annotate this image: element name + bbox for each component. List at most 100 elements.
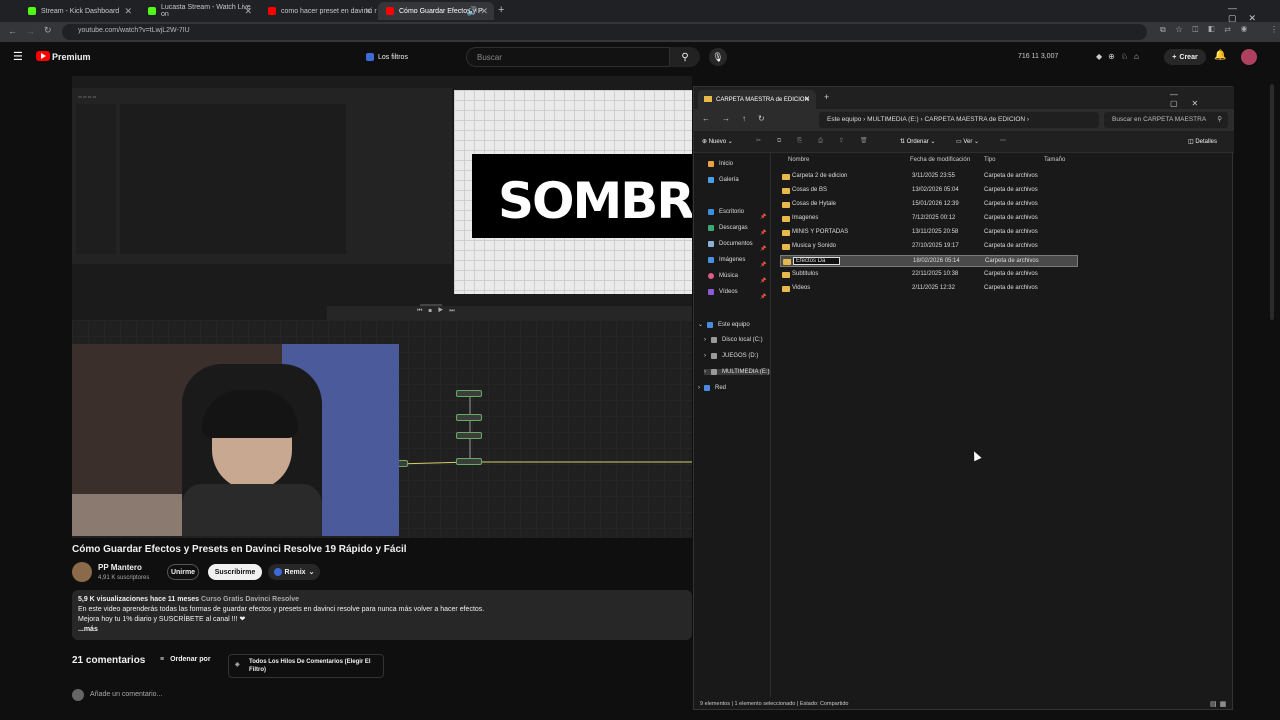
nav-item-drive-c[interactable]: › Disco local (C:) <box>704 337 763 343</box>
avatar[interactable] <box>1241 49 1257 65</box>
file-name: MINIS Y PORTADAS <box>792 229 849 235</box>
reload-icon[interactable]: ↻ <box>44 25 52 36</box>
new-tab-button[interactable]: + <box>824 92 829 102</box>
file-row[interactable]: Subtitulos 22/11/2025 10:38 Carpeta de arc… <box>780 269 1078 281</box>
extension-icons[interactable]: ⧉☆◫◧⇄◉ <box>1160 25 1257 35</box>
url-bar[interactable]: youtube.com/watch?v=tLwjL2W-7IU <box>62 24 1147 40</box>
join-button[interactable]: Unirme <box>167 564 199 580</box>
window-controls[interactable]: —▢✕ <box>1170 90 1234 108</box>
extension-icons[interactable]: ◆⊕♘⌂ <box>1096 52 1145 61</box>
file-row[interactable]: MINIS Y PORTADAS 13/11/2025 20:58 Carpeta … <box>780 227 1078 239</box>
file-row[interactable]: Imagenes 7/12/2025 00:12 Carpeta de archiv… <box>780 213 1078 225</box>
remix-button[interactable]: Remix ⌄ <box>268 564 320 580</box>
new-button[interactable]: ⊕ Nuevo ⌄ <box>702 138 733 145</box>
file-row[interactable]: Musica y Sonido 27/10/2025 19:17 Carpeta d… <box>780 241 1078 253</box>
channel-avatar[interactable] <box>72 562 92 582</box>
folder-icon <box>782 244 790 250</box>
column-name[interactable]: Nombre <box>788 157 809 163</box>
file-row[interactable]: Cosas de BS 13/02/2026 05:04 Carpeta de ar… <box>780 185 1078 197</box>
nav-item-network[interactable]: › Red <box>698 385 726 391</box>
view-button[interactable]: ▭ Ver ⌄ <box>956 138 979 145</box>
column-modified[interactable]: Fecha de modificación <box>910 157 970 163</box>
menu-icon[interactable]: ⋮ <box>1270 25 1278 34</box>
column-type[interactable]: Tipo <box>984 157 995 163</box>
close-icon[interactable]: ✕ <box>480 6 488 17</box>
breadcrumb[interactable]: Este equipo › MULTIMEDIA (E:) › CARPETA … <box>819 112 1099 128</box>
nav-arrows[interactable]: ←→↑↻ <box>702 114 777 123</box>
new-tab-button[interactable]: + <box>498 4 504 16</box>
rename-input[interactable]: Efectos Da <box>793 257 841 265</box>
file-row[interactable]: Carpeta 2 de edicion 3/11/2025 23:55 Carpe… <box>780 171 1078 183</box>
file-row[interactable]: Videos 2/11/2025 12:32 Carpeta de archivos <box>780 283 1078 295</box>
nav-item-desktop[interactable]: Escritorio <box>708 209 744 215</box>
more-icon[interactable]: ⋯ <box>1000 137 1006 144</box>
browser-tab-active[interactable]: Cómo Guardar Efectos y P 🔊 ✕ <box>378 2 494 20</box>
scrollbar[interactable] <box>1270 84 1274 320</box>
edit-icons[interactable]: ✂⧉⎘⎙⇪🗑 <box>756 137 884 145</box>
nav-item-drive-d[interactable]: › JUEGOS (D:) <box>704 353 758 359</box>
chevron-down-icon: ⌄ <box>698 322 704 328</box>
sort-by-button[interactable]: ≡ Ordenar por <box>160 656 211 663</box>
voice-search-button[interactable]: 🎙 <box>709 48 727 66</box>
chevron-right-icon: › <box>704 353 706 359</box>
speaker-icon[interactable]: 🔊 <box>467 6 478 17</box>
nav-label: JUEGOS (D:) <box>722 353 759 359</box>
drive-icon <box>711 369 717 375</box>
breadcrumb-item[interactable]: MULTIMEDIA (E:) <box>867 116 919 123</box>
preview-text: SOMBR <box>498 172 692 230</box>
close-icon[interactable]: ✕ <box>244 6 252 17</box>
column-size[interactable]: Tamaño <box>1044 157 1065 163</box>
details-button[interactable]: ◫ Detalles <box>1188 138 1217 145</box>
nav-label: Red <box>715 385 727 391</box>
search-input[interactable]: Buscar <box>466 47 670 67</box>
video-description[interactable]: 5,9 K visualizaciones hace 11 meses Curs… <box>72 590 692 640</box>
breadcrumb-item[interactable]: Este equipo <box>827 116 861 123</box>
back-icon[interactable]: ← <box>8 26 17 36</box>
subscribe-button[interactable]: Suscribirme <box>208 564 262 580</box>
kick-icon <box>28 7 36 15</box>
explorer-tab[interactable]: CARPETA MAESTRA de EDICION ✕ <box>698 90 816 109</box>
drive-icon <box>711 337 717 343</box>
filter-icon <box>366 53 374 61</box>
file-row[interactable]: Cosas de Hytale 15/01/2026 12:39 Carpeta d… <box>780 199 1078 211</box>
browser-tab[interactable]: Lucasta Stream - Watch Live on ✕ <box>140 2 258 20</box>
filters-button[interactable]: Los filtros <box>366 49 426 65</box>
nav-item-music[interactable]: Música <box>708 273 738 279</box>
show-more-link[interactable]: ...más <box>78 625 686 635</box>
nav-item-videos[interactable]: Vídeos <box>708 289 738 295</box>
tab-title: como hacer preset en davinci r <box>281 7 377 15</box>
comment-filter-dropdown[interactable]: ◈ Todos Los Hilos De Comentarios (Elegir… <box>228 654 384 678</box>
browser-tab[interactable]: como hacer preset en davinci r ✕ <box>260 2 378 20</box>
youtube-logo-icon[interactable] <box>36 51 50 61</box>
create-button[interactable]: + Crear <box>1164 49 1206 65</box>
nav-item-drive-e[interactable]: › MULTIMEDIA (E:) <box>704 369 770 375</box>
search-button[interactable]: ⚲ <box>670 47 700 67</box>
forward-icon[interactable]: → <box>26 26 35 36</box>
browser-tab[interactable]: Stream - Kick Dashboard ✕ <box>20 2 138 20</box>
close-icon[interactable]: ✕ <box>124 6 132 17</box>
add-comment-input[interactable]: Añade un comentario... <box>90 691 162 698</box>
close-icon[interactable]: ✕ <box>804 95 810 103</box>
sort-button[interactable]: ⇅ Ordenar ⌄ <box>900 138 935 145</box>
nav-label: Galería <box>719 177 739 183</box>
explorer-search-input[interactable]: Buscar en CARPETA MAESTRA ⚲ <box>1104 112 1228 128</box>
nav-item-gallery[interactable]: Galería <box>708 177 739 183</box>
channel-name[interactable]: PP Mantero <box>98 563 142 572</box>
explorer-toolbar: ⊕ Nuevo ⌄ ✂⧉⎘⎙⇪🗑 ⇅ Ordenar ⌄ ▭ Ver ⌄ ⋯ ◫… <box>694 131 1234 153</box>
close-icon[interactable]: ✕ <box>364 6 372 17</box>
window-controls[interactable]: —▢✕ <box>1228 3 1280 24</box>
nav-item-downloads[interactable]: Descargas <box>708 225 748 231</box>
video-player[interactable]: ▭ ▭ ▭ ▭ SOMBR ⏮◼▶⏭ <box>72 76 692 538</box>
nav-item-documents[interactable]: Documentos <box>708 241 753 247</box>
youtube-icon <box>386 7 394 15</box>
view-toggle-icons[interactable]: ▤▦ <box>1210 700 1229 708</box>
file-row[interactable]: Efectos Da 18/02/2026 05:14 Carpeta de arc… <box>780 255 1078 267</box>
folder-icon <box>782 286 790 292</box>
breadcrumb-item[interactable]: CARPETA MAESTRA de EDICION <box>924 116 1025 123</box>
nav-item-images[interactable]: Imágenes <box>708 257 745 263</box>
nav-item-this-pc[interactable]: ⌄ Este equipo <box>698 321 750 328</box>
hamburger-icon[interactable]: ☰ <box>13 50 23 63</box>
bell-icon[interactable]: 🔔 <box>1214 50 1226 61</box>
nav-item-home[interactable]: Inicio <box>708 161 733 167</box>
course-link[interactable]: Curso Gratis Davinci Resolve <box>201 596 299 603</box>
